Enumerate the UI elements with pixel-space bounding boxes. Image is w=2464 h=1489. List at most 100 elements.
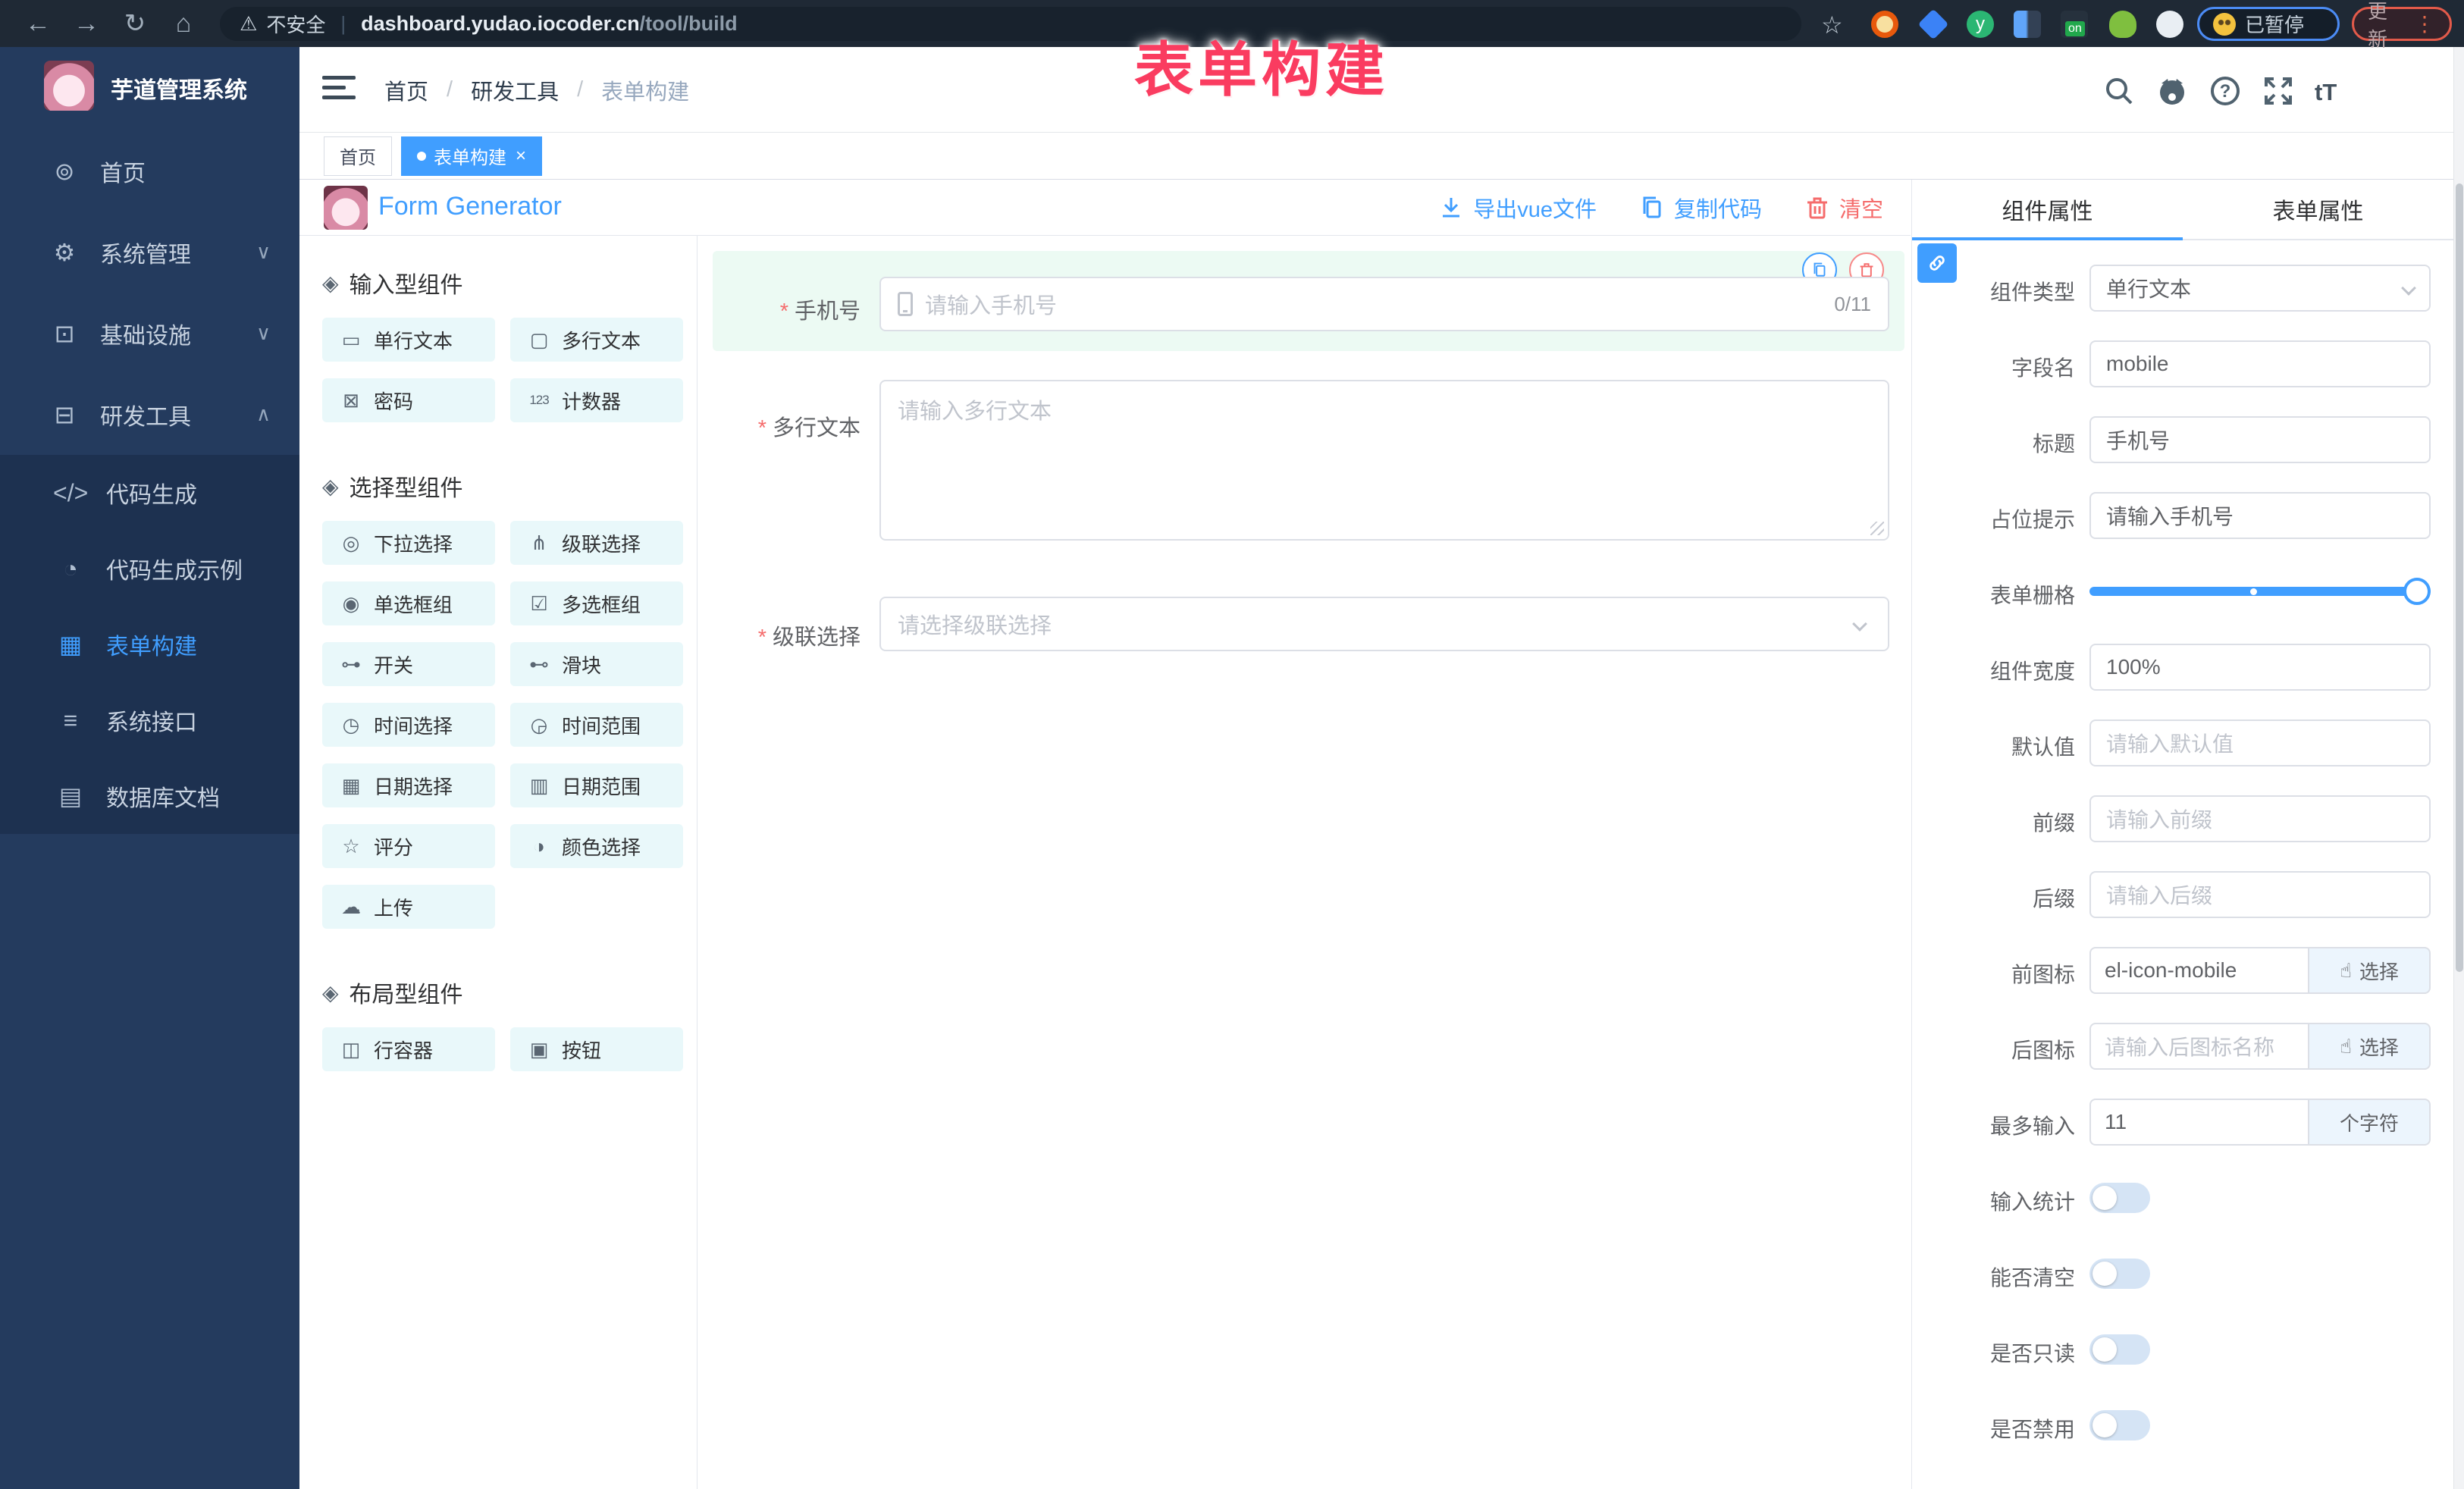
component-icon: ▢: [527, 328, 551, 352]
close-icon[interactable]: ×: [516, 146, 526, 167]
extension-icon[interactable]: [2109, 11, 2136, 38]
breadcrumb-tools[interactable]: 研发工具: [471, 74, 559, 106]
component-pill[interactable]: ◷ 时间选择: [322, 703, 495, 747]
mobile-input[interactable]: 请输入手机号 0/11: [879, 277, 1889, 331]
prop-row: 前缀 请输入前缀: [1912, 781, 2453, 857]
section-icon: ◈: [322, 474, 339, 499]
extension-icon[interactable]: y: [1967, 11, 1994, 38]
prop-input[interactable]: 手机号: [2089, 416, 2431, 463]
prop-input[interactable]: 请输入前缀: [2089, 795, 2431, 842]
component-pill[interactable]: ◉ 单选框组: [322, 581, 495, 625]
component-pill[interactable]: ▥ 日期范围: [510, 763, 683, 807]
sidebar-subitem[interactable]: ▦ 表单构建: [0, 607, 299, 682]
back-icon[interactable]: ←: [14, 0, 62, 47]
url-bar[interactable]: ⚠ 不安全 | dashboard.yudao.iocoder.cn /tool…: [220, 7, 1801, 41]
extension-icon[interactable]: [1871, 11, 1898, 38]
sidebar-item[interactable]: ⊚ 首页: [0, 130, 299, 212]
component-pill[interactable]: ◑ 颜色选择: [510, 824, 683, 868]
component-pill[interactable]: ◶ 时间范围: [510, 703, 683, 747]
component-pill[interactable]: ☑ 多选框组: [510, 581, 683, 625]
prop-input[interactable]: 请输入后缀: [2089, 871, 2431, 918]
toggle-switch[interactable]: [2089, 1183, 2150, 1213]
component-pill[interactable]: ◫ 行容器: [322, 1027, 495, 1071]
sidebar-toggle-icon[interactable]: [322, 76, 356, 105]
prop-input[interactable]: 请输入手机号: [2089, 492, 2431, 539]
properties-tabs: 组件属性 表单属性: [1912, 180, 2453, 240]
sidebar-subitem[interactable]: ≡ 系统接口: [0, 682, 299, 758]
bookmark-star-icon[interactable]: ☆: [1821, 11, 1843, 39]
slider-handle[interactable]: [2403, 578, 2431, 605]
forward-icon[interactable]: →: [62, 0, 111, 47]
component-pill[interactable]: ⊶ 开关: [322, 642, 495, 686]
component-section: ◈ 选择型组件 ◎ 下拉选择 ⋔ 级联选择 ◉ 单选框组 ☑ 多选框组 ⊶ 开关…: [322, 469, 697, 929]
home-icon[interactable]: ⌂: [159, 0, 208, 47]
prop-input[interactable]: mobile: [2089, 340, 2431, 387]
chevron-icon: ∨: [256, 321, 271, 345]
prop-input[interactable]: 请输入默认值: [2089, 719, 2431, 766]
component-pill[interactable]: ☁ 上传: [322, 885, 495, 929]
icon-select-button[interactable]: ☝ 选择: [2308, 1023, 2431, 1070]
component-pill[interactable]: ◎ 下拉选择: [322, 521, 495, 565]
extension-icon[interactable]: [1918, 9, 1949, 40]
menu-icon: ⊚: [47, 157, 82, 186]
component-pill[interactable]: ▣ 按钮: [510, 1027, 683, 1071]
font-size-icon[interactable]: tT: [2315, 79, 2348, 112]
textarea-field[interactable]: 请输入多行文本: [879, 380, 1889, 541]
clear-button[interactable]: 清空: [1804, 192, 1883, 224]
search-icon[interactable]: [2102, 74, 2136, 108]
cascader-field[interactable]: 请选择级联选择: [879, 597, 1889, 651]
page-scrollbar[interactable]: [2453, 47, 2464, 1489]
toggle-switch[interactable]: [2089, 1259, 2150, 1289]
form-grid-slider[interactable]: [2089, 568, 2431, 615]
chevron-icon: ∧: [256, 403, 271, 426]
tab-form-props[interactable]: 表单属性: [2183, 180, 2453, 239]
extension-icon[interactable]: [2061, 11, 2088, 38]
prop-input[interactable]: el-icon-mobile: [2089, 947, 2308, 994]
prop-input[interactable]: 11: [2089, 1099, 2308, 1146]
prop-select[interactable]: 单行文本: [2089, 265, 2431, 312]
toggle-switch[interactable]: [2089, 1334, 2150, 1365]
reload-icon[interactable]: ↻: [111, 0, 159, 47]
browser-menu-icon[interactable]: ⋮: [2414, 11, 2436, 36]
menu-icon: ⚙: [47, 238, 82, 267]
toggle-switch[interactable]: [2089, 1410, 2150, 1440]
sidebar-menu: ⊚ 首页 ⚙ 系统管理 ∨ ⊡ 基础设施 ∨ ⊟ 研发工具 ∧: [0, 130, 299, 455]
help-icon[interactable]: ?: [2209, 74, 2242, 108]
component-pill[interactable]: ▦ 日期选择: [322, 763, 495, 807]
github-icon[interactable]: [2155, 74, 2189, 108]
component-pill[interactable]: ☆ 评分: [322, 824, 495, 868]
breadcrumb-home[interactable]: 首页: [384, 74, 428, 106]
sidebar-subitem[interactable]: ◔ 代码生成示例: [0, 531, 299, 607]
sidebar-subitem[interactable]: ▤ 数据库文档: [0, 758, 299, 834]
chrome-update-button[interactable]: 更新 ⋮: [2352, 7, 2452, 41]
prop-input[interactable]: 请输入后图标名称: [2089, 1023, 2308, 1070]
sidebar-subitem[interactable]: </> 代码生成: [0, 455, 299, 531]
component-pill[interactable]: ⊷ 滑块: [510, 642, 683, 686]
tag-form-build[interactable]: 表单构建 ×: [401, 136, 542, 176]
extensions-puzzle-icon[interactable]: [2156, 11, 2183, 38]
profile-paused-badge[interactable]: 已暂停: [2197, 7, 2340, 41]
scrollbar-thumb[interactable]: [2456, 183, 2463, 972]
component-pill[interactable]: ▭ 单行文本: [322, 318, 495, 362]
pointer-icon: ☝: [2340, 959, 2352, 983]
tab-component-props[interactable]: 组件属性: [1912, 180, 2183, 239]
icon-select-button[interactable]: ☝ 选择: [2308, 947, 2431, 994]
extension-icon[interactable]: [2014, 11, 2041, 38]
form-canvas[interactable]: *手机号 请输入手机号 0/11 *多行文本 请输入多行文本 *级联选择 请选择…: [698, 236, 1911, 1489]
fullscreen-icon[interactable]: [2262, 74, 2295, 108]
copy-code-button[interactable]: 复制代码: [1639, 192, 1762, 224]
component-pill[interactable]: 123 计数器: [510, 378, 683, 422]
export-vue-button[interactable]: 导出vue文件: [1438, 192, 1597, 224]
unit-suffix: 个字符: [2308, 1099, 2431, 1146]
not-secure-label[interactable]: 不安全: [266, 10, 325, 38]
component-pill[interactable]: ▢ 多行文本: [510, 318, 683, 362]
sidebar-item[interactable]: ⊡ 基础设施 ∨: [0, 293, 299, 374]
component-icon: ☆: [339, 835, 363, 858]
component-pill[interactable]: ⋔ 级联选择: [510, 521, 683, 565]
sidebar-item[interactable]: ⚙ 系统管理 ∨: [0, 212, 299, 293]
tag-home[interactable]: 首页: [324, 136, 392, 176]
prop-row: 默认值 请输入默认值: [1912, 705, 2453, 781]
sidebar-item[interactable]: ⊟ 研发工具 ∧: [0, 374, 299, 455]
prop-input[interactable]: 100%: [2089, 644, 2431, 691]
component-pill[interactable]: ⊠ 密码: [322, 378, 495, 422]
